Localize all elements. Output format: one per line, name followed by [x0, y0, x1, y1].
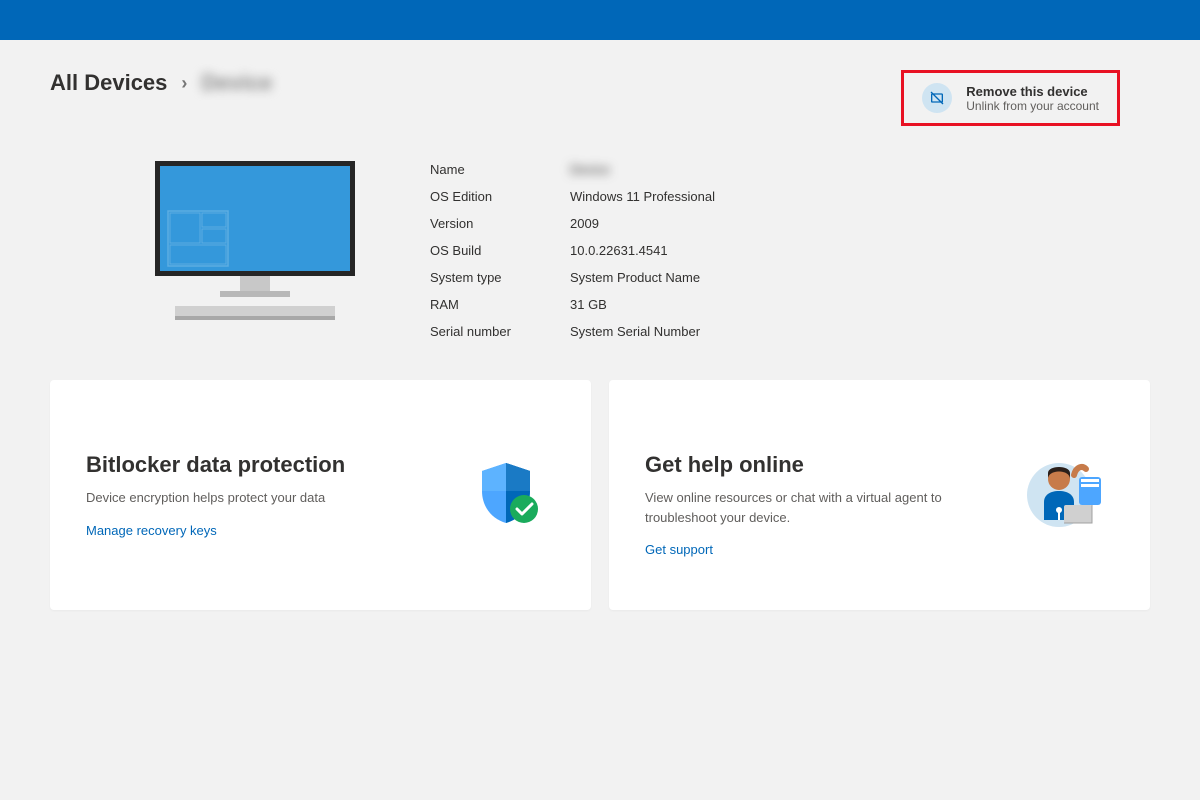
detail-build-label: OS Build: [430, 243, 570, 258]
help-link[interactable]: Get support: [645, 542, 713, 557]
chevron-right-icon: ›: [181, 73, 187, 94]
detail-ram-value: 31 GB: [570, 297, 607, 312]
shield-check-icon: [465, 416, 555, 574]
unlink-icon: [922, 83, 952, 113]
detail-build-value: 10.0.22631.4541: [570, 243, 668, 258]
remove-device-button[interactable]: Remove this device Unlink from your acco…: [901, 70, 1120, 126]
help-title: Get help online: [645, 452, 1024, 478]
support-agent-icon: [1024, 416, 1114, 574]
bitlocker-link[interactable]: Manage recovery keys: [86, 523, 217, 538]
remove-device-title: Remove this device: [966, 84, 1099, 99]
device-illustration: [50, 156, 360, 345]
detail-serial-label: Serial number: [430, 324, 570, 339]
breadcrumb: All Devices › Device: [50, 70, 272, 96]
detail-systype-value: System Product Name: [570, 270, 700, 285]
bitlocker-desc: Device encryption helps protect your dat…: [86, 488, 396, 508]
device-details: Name Device OS Edition Windows 11 Profes…: [400, 156, 1150, 345]
detail-name-value: Device: [570, 162, 610, 177]
detail-systype-label: System type: [430, 270, 570, 285]
detail-version-label: Version: [430, 216, 570, 231]
help-desc: View online resources or chat with a vir…: [645, 488, 955, 527]
detail-serial-value: System Serial Number: [570, 324, 700, 339]
breadcrumb-current: Device: [201, 70, 272, 96]
detail-name-label: Name: [430, 162, 570, 177]
detail-os-value: Windows 11 Professional: [570, 189, 715, 204]
breadcrumb-root[interactable]: All Devices: [50, 70, 167, 96]
help-card: Get help online View online resources or…: [609, 380, 1150, 610]
detail-os-label: OS Edition: [430, 189, 570, 204]
remove-device-subtitle: Unlink from your account: [966, 99, 1099, 113]
bitlocker-card: Bitlocker data protection Device encrypt…: [50, 380, 591, 610]
bitlocker-title: Bitlocker data protection: [86, 452, 465, 478]
top-banner: [0, 0, 1200, 40]
detail-ram-label: RAM: [430, 297, 570, 312]
detail-version-value: 2009: [570, 216, 599, 231]
